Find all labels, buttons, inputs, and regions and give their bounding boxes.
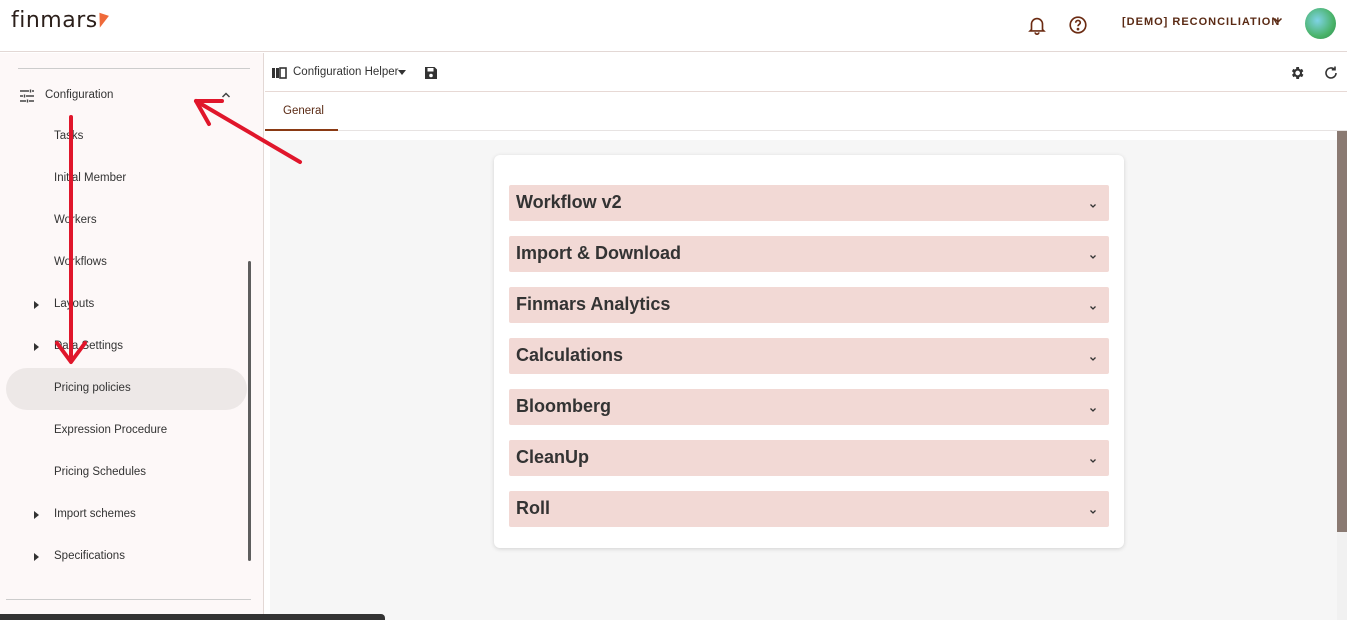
chevron-down-icon — [1088, 453, 1098, 463]
bell-icon[interactable] — [1026, 14, 1048, 36]
workspace-selector[interactable]: [DEMO] RECONCILIATION — [1122, 16, 1280, 28]
chevron-down-icon[interactable] — [1271, 13, 1285, 27]
refresh-icon[interactable] — [1323, 65, 1339, 81]
chevron-down-icon — [1088, 504, 1098, 514]
avatar[interactable] — [1305, 8, 1336, 39]
divider — [18, 68, 250, 69]
accordion-cleanup[interactable]: CleanUp — [509, 440, 1109, 476]
sidebar-item-expression-procedure[interactable]: Expression Procedure — [6, 410, 247, 452]
sidebar-item-label: Pricing policies — [54, 382, 131, 394]
bottom-status-bar — [0, 614, 385, 620]
chevron-down-icon — [1088, 198, 1098, 208]
chevron-down-icon — [1088, 402, 1098, 412]
sidebar-item-label: Specifications — [54, 550, 125, 562]
accordion-label: Bloomberg — [516, 396, 612, 416]
expand-triangle-icon[interactable] — [34, 511, 39, 519]
tune-icon — [19, 88, 35, 104]
helper-card: Workflow v2 Import & Download Finmars An… — [494, 155, 1124, 548]
sidebar-item-label: Workflows — [54, 256, 107, 268]
chevron-down-icon — [1088, 351, 1098, 361]
logo-text: finmars — [11, 8, 98, 33]
sidebar-item-data-settings[interactable]: Data Settings — [6, 326, 247, 368]
sidebar-item-specifications[interactable]: Specifications — [6, 536, 247, 578]
layout-title[interactable]: Configuration Helper — [293, 66, 398, 78]
sidebar-item-label: Import schemes — [54, 508, 136, 520]
expand-triangle-icon[interactable] — [34, 301, 39, 309]
sidebar-item-pricing-schedules[interactable]: Pricing Schedules — [6, 452, 247, 494]
caret-down-icon[interactable] — [398, 70, 406, 75]
accordion-label: Workflow v2 — [516, 192, 622, 212]
tab-bar: General — [265, 92, 1347, 131]
sidebar-item-label: Initial Member — [54, 172, 127, 184]
sidebar-item-label: Tasks — [54, 130, 84, 142]
content-scrollbar[interactable] — [1337, 131, 1347, 532]
finmars-logo[interactable]: finmars — [11, 8, 109, 33]
accordion-workflow-v2[interactable]: Workflow v2 — [509, 185, 1109, 221]
accordion-bloomberg[interactable]: Bloomberg — [509, 389, 1109, 425]
accordion-label: Roll — [516, 498, 550, 518]
tab-label: General — [283, 105, 324, 117]
accordion-label: Import & Download — [516, 243, 681, 263]
help-icon[interactable] — [1067, 14, 1089, 36]
chevron-down-icon — [1088, 249, 1098, 259]
layout-icon[interactable] — [271, 65, 287, 81]
toolbar: Configuration Helper — [265, 53, 1347, 92]
sidebar-item-tasks[interactable]: Tasks — [6, 116, 247, 158]
accordion-calculations[interactable]: Calculations — [509, 338, 1109, 374]
sidebar-item-workers[interactable]: Workers — [6, 200, 247, 242]
sidebar-item-label: Workers — [54, 214, 97, 226]
sidebar-item-workflows[interactable]: Workflows — [6, 242, 247, 284]
accordion-label: Calculations — [516, 345, 624, 365]
tab-general[interactable]: General — [265, 92, 338, 131]
sidebar-item-label: Layouts — [54, 298, 95, 310]
sidebar-item-label: Pricing Schedules — [54, 466, 147, 478]
gear-icon[interactable] — [1289, 65, 1305, 81]
sidebar-item-import-schemes[interactable]: Import schemes — [6, 494, 247, 536]
accordion-import-download[interactable]: Import & Download — [509, 236, 1109, 272]
sidebar-item-label: Expression Procedure — [54, 424, 168, 436]
divider — [6, 599, 251, 600]
expand-triangle-icon[interactable] — [34, 343, 39, 351]
sidebar-scrollbar[interactable] — [248, 261, 251, 561]
sidebar-item-label: Data Settings — [54, 340, 124, 352]
sidebar-section-label: Configuration — [45, 89, 114, 101]
save-icon[interactable] — [423, 65, 439, 81]
sidebar-item-initial-member[interactable]: Initial Member — [6, 158, 247, 200]
accordion-finmars-analytics[interactable]: Finmars Analytics — [509, 287, 1109, 323]
sidebar-item-pricing-policies[interactable]: Pricing policies — [6, 368, 247, 410]
expand-triangle-icon[interactable] — [34, 553, 39, 561]
sidebar-item-layouts[interactable]: Layouts — [6, 284, 247, 326]
top-bar: finmars [DEMO] RECONCILIATION — [0, 0, 1347, 52]
sidebar: Configuration Tasks Initial Member Worke… — [0, 53, 264, 620]
chevron-up-icon[interactable] — [219, 88, 233, 102]
accordion-roll[interactable]: Roll — [509, 491, 1109, 527]
accordion-label: CleanUp — [516, 447, 590, 467]
sidebar-section-configuration[interactable]: Configuration — [0, 75, 262, 115]
accordion-label: Finmars Analytics — [516, 294, 671, 314]
chevron-down-icon — [1088, 300, 1098, 310]
